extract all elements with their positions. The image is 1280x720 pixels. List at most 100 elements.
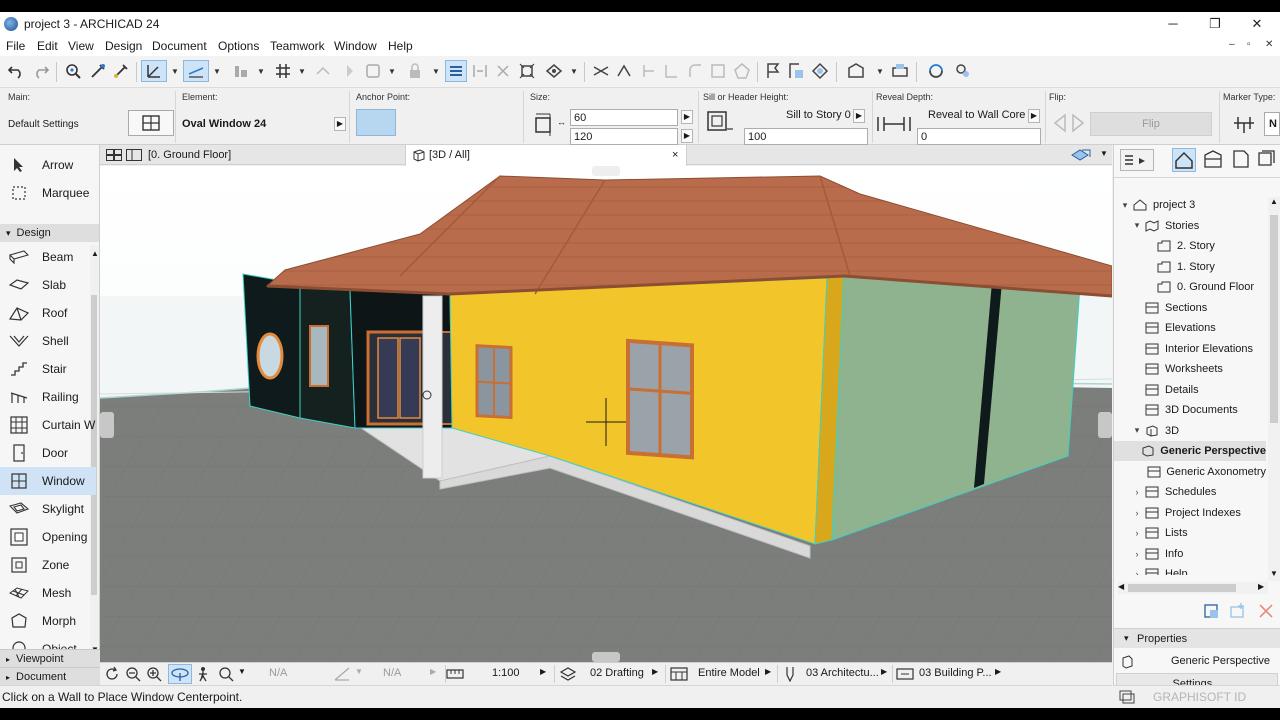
menu-help[interactable]: Help xyxy=(388,39,413,53)
sill-mode-arrow-icon[interactable]: ▶ xyxy=(853,109,865,123)
graphisoft-id-label[interactable]: GRAPHISOFT ID xyxy=(1153,690,1246,704)
suspend-groups-icon[interactable] xyxy=(445,60,467,82)
elevate-icon[interactable] xyxy=(543,60,565,82)
design-section-header[interactable]: ▾ Design xyxy=(0,224,99,242)
layer-combination-value[interactable]: 02 Drafting xyxy=(590,667,644,679)
dropdown-arrow-icon[interactable]: ▼ xyxy=(257,67,265,76)
settings-dialog-button[interactable] xyxy=(128,110,174,136)
tree-twisty-icon[interactable]: ▾ xyxy=(1120,200,1130,211)
close-tab-icon[interactable]: × xyxy=(672,145,678,165)
walk-icon[interactable] xyxy=(196,666,210,682)
element-value[interactable]: Oval Window 24 xyxy=(182,118,266,130)
zoom-out-icon[interactable] xyxy=(125,666,141,682)
nav-scroll-right-icon[interactable]: ▶ xyxy=(1258,582,1264,591)
tree-item-info[interactable]: › Info xyxy=(1114,544,1266,564)
nav-scroll-left-icon[interactable]: ◀ xyxy=(1118,582,1124,591)
scale-arrow-icon[interactable]: ▶ xyxy=(540,667,546,676)
fillet-icon[interactable] xyxy=(684,60,706,82)
find-select-icon[interactable] xyxy=(62,60,84,82)
layout-book-nav-icon[interactable] xyxy=(1229,148,1253,172)
dropdown-arrow-icon[interactable]: ▼ xyxy=(388,67,396,76)
anchor-point-selector[interactable] xyxy=(356,109,396,136)
tool-curtain-wall[interactable]: Curtain W xyxy=(0,411,96,439)
tree-item-elevations[interactable]: Elevations xyxy=(1114,318,1266,338)
dropdown-arrow-icon[interactable]: ▼ xyxy=(432,67,440,76)
view-navigation-dropdown-icon[interactable]: ▼ xyxy=(1100,149,1108,158)
project-map-icon[interactable] xyxy=(1172,148,1196,172)
guide-lines-icon[interactable] xyxy=(183,60,209,82)
tool-slab[interactable]: Slab xyxy=(0,271,96,299)
flag-icon[interactable] xyxy=(762,60,784,82)
pen-set-value[interactable]: 03 Architectu... xyxy=(806,667,879,679)
tree-item-project-3[interactable]: ▾ project 3 xyxy=(1114,195,1266,215)
tool-mesh[interactable]: Mesh xyxy=(0,579,96,607)
width-field[interactable]: 60 xyxy=(570,109,678,126)
nav-hscroll-thumb[interactable] xyxy=(1128,584,1236,592)
properties-header[interactable]: ▾ Properties xyxy=(1114,628,1280,648)
tree-item-worksheets[interactable]: Worksheets xyxy=(1114,359,1266,379)
menu-window[interactable]: Window xyxy=(334,39,377,53)
angle-arrow-icon[interactable]: ▶ xyxy=(430,667,436,676)
tool-shell[interactable]: Shell xyxy=(0,327,96,355)
viewpoint-section-header-bar[interactable]: ▸ Viewpoint xyxy=(0,649,100,667)
layout-book-icon[interactable] xyxy=(845,60,867,82)
grid-snap-icon[interactable] xyxy=(272,60,294,82)
tool-door[interactable]: Door xyxy=(0,439,96,467)
layer-arrow-icon[interactable]: ▶ xyxy=(652,667,658,676)
tree-item-3d-documents[interactable]: 3D Documents xyxy=(1114,400,1266,420)
tool-opening[interactable]: Opening xyxy=(0,523,96,551)
tree-twisty-icon[interactable]: ▾ xyxy=(1132,425,1142,436)
model-view-arrow-icon[interactable]: ▶ xyxy=(765,667,771,676)
new-view-icon[interactable] xyxy=(1202,601,1222,621)
publish-icon[interactable] xyxy=(809,60,831,82)
document-section-header[interactable]: ▸ Document xyxy=(0,667,100,685)
tree-item-3d[interactable]: ▾ 3D xyxy=(1114,421,1266,441)
publisher-sets-icon[interactable] xyxy=(1255,148,1279,172)
redo-icon[interactable] xyxy=(30,60,52,82)
tool-stair[interactable]: Stair xyxy=(0,355,96,383)
nav-scroll-thumb[interactable] xyxy=(1270,215,1278,423)
tree-twisty-icon[interactable]: ▾ xyxy=(1132,220,1142,231)
width-arrow-icon[interactable]: ▶ xyxy=(681,110,693,124)
tree-item-project-indexes[interactable]: › Project Indexes xyxy=(1114,503,1266,523)
print-icon[interactable] xyxy=(889,60,911,82)
view-map-icon[interactable] xyxy=(1202,148,1226,172)
tree-twisty-icon[interactable]: › xyxy=(1132,569,1142,575)
mdi-close-icon[interactable]: ✕ xyxy=(1265,39,1273,50)
minimize-icon[interactable]: ─ xyxy=(1162,15,1184,33)
view-navigation-icon[interactable] xyxy=(1070,147,1096,163)
3d-viewport[interactable] xyxy=(100,166,1112,662)
menu-options[interactable]: Options xyxy=(218,39,259,53)
polygon-icon[interactable] xyxy=(731,60,753,82)
tab-ground-floor[interactable]: [0. Ground Floor] xyxy=(104,145,404,165)
dropdown-arrow-icon[interactable]: ▼ xyxy=(171,67,179,76)
distribute-icon[interactable] xyxy=(469,60,491,82)
pen-set-arrow-icon[interactable]: ▶ xyxy=(881,667,887,676)
navigator-hscrollbar[interactable]: ◀ ▶ xyxy=(1118,582,1268,594)
menu-view[interactable]: View xyxy=(68,39,94,53)
dropdown-arrow-icon[interactable]: ▼ xyxy=(876,67,884,76)
model-view-value[interactable]: Entire Model xyxy=(698,667,760,679)
snap-guides-icon[interactable] xyxy=(141,60,167,82)
dimension-arrow-icon[interactable]: ▶ xyxy=(995,667,1001,676)
inject-icon[interactable] xyxy=(110,60,132,82)
resize-drag-icon[interactable] xyxy=(707,60,729,82)
size-link-icon[interactable]: ↔ xyxy=(557,117,566,127)
renovation-icon[interactable] xyxy=(785,60,807,82)
tree-item-sections[interactable]: Sections xyxy=(1114,298,1266,318)
tool-roof[interactable]: Roof xyxy=(0,299,96,327)
sill-height-field[interactable]: 100 xyxy=(744,128,868,145)
tool-marquee[interactable]: Marquee xyxy=(0,179,96,207)
menu-teamwork[interactable]: Teamwork xyxy=(270,39,325,53)
intersect-icon[interactable] xyxy=(637,60,659,82)
tree-item-generic-perspective[interactable]: Generic Perspective xyxy=(1114,441,1266,461)
send-receive-icon[interactable] xyxy=(952,60,974,82)
close-icon[interactable]: ✕ xyxy=(1246,15,1268,33)
split-icon[interactable] xyxy=(590,60,612,82)
clone-folder-icon[interactable] xyxy=(1228,601,1248,621)
tree-item-schedules[interactable]: › Schedules xyxy=(1114,482,1266,502)
dropdown-arrow-icon[interactable]: ▼ xyxy=(298,67,306,76)
nav-scroll-up-icon[interactable]: ▲ xyxy=(1270,197,1278,206)
undo-icon[interactable] xyxy=(5,60,27,82)
align-icon[interactable] xyxy=(230,60,252,82)
